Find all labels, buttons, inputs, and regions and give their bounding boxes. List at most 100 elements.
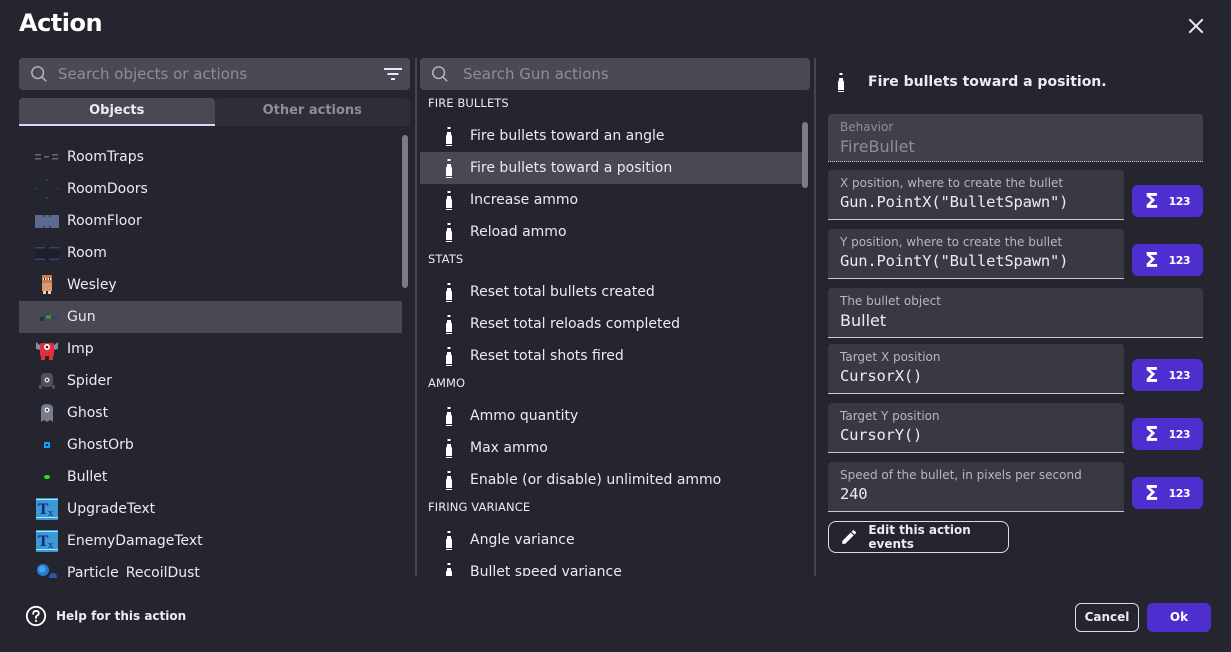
action-item[interactable]: Fire bullets toward an angle xyxy=(420,120,804,152)
bullet-icon xyxy=(446,439,452,458)
ghost-sprite-icon xyxy=(41,404,53,422)
help-icon xyxy=(25,605,47,627)
objects-scrollbar[interactable] xyxy=(402,135,408,288)
edit-action-events-button[interactable]: Edit this action events xyxy=(828,521,1009,553)
action-item[interactable]: Ammo quantity xyxy=(420,400,804,432)
parameter-value[interactable]: CursorY() xyxy=(840,426,922,444)
help-link[interactable]: Help for this action xyxy=(25,605,186,627)
object-item-bullet[interactable]: Bullet xyxy=(19,461,402,493)
panel-divider xyxy=(415,58,417,576)
panel-divider xyxy=(814,58,816,576)
pencil-icon xyxy=(842,530,857,544)
objects-panel: Search objects or actions Objects Other … xyxy=(19,58,410,578)
bullet-icon xyxy=(446,315,452,334)
bullet-icon xyxy=(446,407,452,426)
parameter-field[interactable]: The bullet object Bullet xyxy=(828,288,1203,338)
expression-button-label: 123 xyxy=(1168,486,1191,500)
action-label: Enable (or disable) unlimited ammo xyxy=(470,472,722,488)
action-item[interactable]: Reset total shots fired xyxy=(420,340,804,372)
object-item-enemydamagetext[interactable]: T x EnemyDamageText xyxy=(19,525,402,557)
expression-editor-button[interactable]: Σ 123 xyxy=(1132,185,1203,217)
action-item[interactable]: Bullet speed variance xyxy=(420,556,804,576)
object-item-particle-recoildust[interactable]: Particle_RecoilDust xyxy=(19,557,402,578)
tab-objects[interactable]: Objects xyxy=(19,98,215,126)
objects-tabs: Objects Other actions xyxy=(19,98,410,126)
bullet-icon xyxy=(446,191,452,210)
object-item-roomfloor[interactable]: RoomFloor xyxy=(19,205,402,237)
roomfloor-sprite-icon xyxy=(35,215,59,228)
svg-text:x: x xyxy=(48,509,53,519)
expression-editor-button[interactable]: Σ 123 xyxy=(1132,359,1203,391)
sigma-icon: Σ xyxy=(1144,422,1159,446)
bullet-icon xyxy=(446,531,452,550)
close-button[interactable] xyxy=(1184,14,1208,38)
action-item[interactable]: Fire bullets toward a position xyxy=(420,152,804,184)
object-item-wesley[interactable]: Wesley xyxy=(19,269,402,301)
parameter-field[interactable]: Target Y position CursorY() xyxy=(828,403,1124,453)
action-item[interactable]: Max ammo xyxy=(420,432,804,464)
actions-search-input[interactable]: Search Gun actions xyxy=(420,58,810,90)
bullet-icon xyxy=(446,223,452,242)
object-label: RoomFloor xyxy=(67,213,142,229)
sigma-icon: Σ xyxy=(1144,363,1159,387)
parameter-field[interactable]: Speed of the bullet, in pixels per secon… xyxy=(828,462,1124,512)
parameter-field[interactable]: X position, where to create the bullet Gu… xyxy=(828,170,1124,220)
action-item[interactable]: Reset total bullets created xyxy=(420,276,804,308)
object-item-ghost[interactable]: Ghost xyxy=(19,397,402,429)
expression-button-label: 123 xyxy=(1168,194,1191,208)
parameter-value[interactable]: CursorX() xyxy=(840,367,922,385)
expression-editor-button[interactable]: Σ 123 xyxy=(1132,477,1203,509)
parameter-field[interactable]: Y position, where to create the bullet Gu… xyxy=(828,229,1124,279)
expression-editor-button[interactable]: Σ 123 xyxy=(1132,244,1203,276)
object-item-roomtraps[interactable]: RoomTraps xyxy=(19,141,402,173)
action-item[interactable]: Enable (or disable) unlimited ammo xyxy=(420,464,804,496)
object-item-gun[interactable]: Gun xyxy=(19,301,402,333)
action-description: Fire bullets toward a position. xyxy=(828,72,1107,92)
parameter-value[interactable]: Gun.PointX("BulletSpawn") xyxy=(840,193,1068,211)
parameter-value[interactable]: 240 xyxy=(840,485,868,503)
objects-search-placeholder: Search objects or actions xyxy=(58,65,248,83)
object-item-roomdoors[interactable]: RoomDoors xyxy=(19,173,402,205)
action-label: Angle variance xyxy=(470,532,575,548)
actions-list: FIRE BULLETS Fire bullets toward an angle… xyxy=(420,92,804,576)
objects-search-input[interactable]: Search objects or actions xyxy=(19,58,410,90)
roomdoors-sprite-icon xyxy=(35,179,59,199)
object-item-spider[interactable]: Spider xyxy=(19,365,402,397)
expression-button-label: 123 xyxy=(1168,427,1191,441)
cancel-button[interactable]: Cancel xyxy=(1075,603,1139,632)
object-item-room[interactable]: Room xyxy=(19,237,402,269)
action-label: Fire bullets toward a position xyxy=(470,160,673,176)
search-icon xyxy=(432,66,448,82)
tab-other-actions[interactable]: Other actions xyxy=(214,98,410,126)
bullet-icon xyxy=(446,471,452,490)
object-item-upgradetext[interactable]: T x UpgradeText xyxy=(19,493,402,525)
parameter-label: Target Y position xyxy=(840,409,940,423)
actions-scrollbar[interactable] xyxy=(802,122,808,188)
object-label: Bullet xyxy=(67,469,108,485)
parameter-label: X position, where to create the bullet xyxy=(840,176,1064,190)
object-item-ghostorb[interactable]: GhostOrb xyxy=(19,429,402,461)
expression-button-label: 123 xyxy=(1168,368,1191,382)
filter-icon[interactable] xyxy=(384,66,402,82)
action-description-text: Fire bullets toward a position. xyxy=(868,74,1107,90)
action-item[interactable]: Reset total reloads completed xyxy=(420,308,804,340)
parameter-value[interactable]: Gun.PointY("BulletSpawn") xyxy=(840,252,1068,270)
action-item[interactable]: Angle variance xyxy=(420,524,804,556)
parameter-value[interactable]: Bullet xyxy=(840,311,886,330)
imp-sprite-icon xyxy=(36,342,58,360)
ok-button[interactable]: Ok xyxy=(1147,603,1211,632)
sigma-icon: Σ xyxy=(1144,481,1159,505)
parameter-label: Y position, where to create the bullet xyxy=(840,235,1063,249)
object-item-imp[interactable]: Imp xyxy=(19,333,402,365)
text-object-icon: T x xyxy=(36,530,58,552)
action-item[interactable]: Reload ammo xyxy=(420,216,804,248)
action-item[interactable]: Increase ammo xyxy=(420,184,804,216)
action-label: Reset total bullets created xyxy=(470,284,655,300)
close-icon xyxy=(1188,18,1204,34)
parameter-value: FireBullet xyxy=(840,137,915,156)
object-label: Gun xyxy=(67,309,96,325)
expression-editor-button[interactable]: Σ 123 xyxy=(1132,418,1203,450)
object-label: Room xyxy=(67,245,107,261)
parameter-field[interactable]: Target X position CursorX() xyxy=(828,344,1124,394)
action-label: Max ammo xyxy=(470,440,548,456)
